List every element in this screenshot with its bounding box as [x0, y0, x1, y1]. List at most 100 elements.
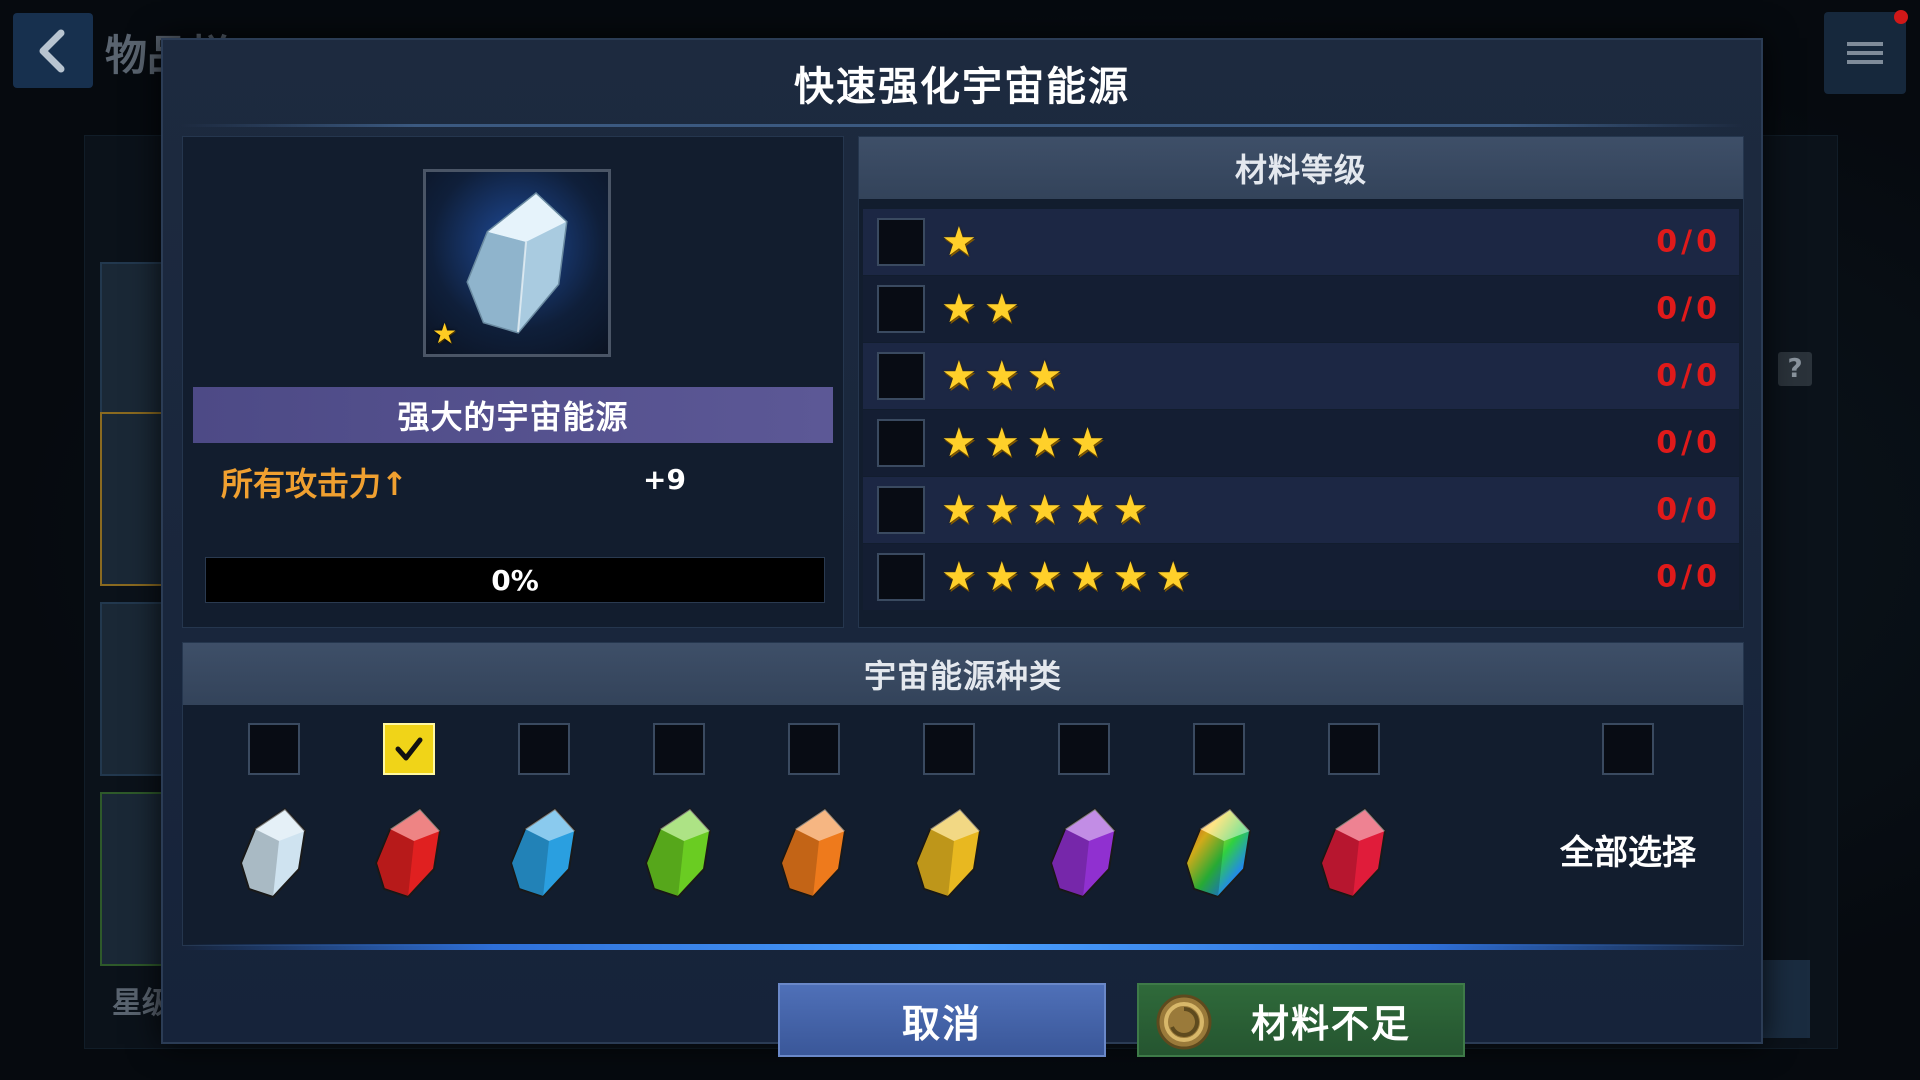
energy-type-item[interactable]	[1033, 723, 1133, 923]
star-icon: ★	[941, 487, 977, 533]
rainbow-crystal-icon	[1184, 807, 1252, 899]
ruby-crystal-icon	[1319, 807, 1387, 899]
grade-count: 0/0	[1656, 425, 1721, 461]
star-icon: ★	[1026, 554, 1063, 600]
grade-count: 0/0	[1656, 291, 1721, 327]
energy-type-item[interactable]	[223, 723, 323, 923]
energy-type-checkbox[interactable]	[653, 723, 705, 775]
energy-type-item[interactable]	[493, 723, 593, 923]
insufficient-materials-button[interactable]: 材料不足	[1137, 983, 1465, 1057]
grade-row[interactable]: ★ ★ ★ ★ ★ ★ 0/0	[863, 544, 1739, 610]
blue-crystal-icon	[509, 807, 577, 899]
select-all-checkbox[interactable]	[1602, 723, 1654, 775]
background-card	[100, 262, 166, 436]
energy-type-panel: 宇宙能源种类 全部选择	[182, 642, 1744, 946]
insufficient-label: 材料不足	[1250, 1001, 1411, 1046]
grade-checkbox[interactable]	[877, 285, 925, 333]
energy-type-item[interactable]	[628, 723, 728, 923]
energy-type-item[interactable]	[763, 723, 863, 923]
material-grade-panel: 材料等级 ★ 0/0 ★ ★ 0/0 ★ ★ ★ 0/0 ★ ★ ★ ★ 0/0 ★ ★ ★ ★ ★ 0/0 ★ ★ ★ ★ ★…	[858, 136, 1744, 628]
star-icon: ★	[1112, 487, 1149, 533]
green-crystal-icon	[644, 807, 712, 899]
energy-type-checkbox[interactable]	[518, 723, 570, 775]
grade-row[interactable]: ★ ★ ★ ★ ★ 0/0	[863, 477, 1739, 543]
progress-bar: 0%	[205, 557, 825, 603]
stat-value: +9	[643, 463, 686, 496]
grade-checkbox[interactable]	[877, 218, 925, 266]
stat-label: 所有攻击力↑	[221, 465, 408, 503]
energy-type-checkbox[interactable]	[923, 723, 975, 775]
cancel-button[interactable]: 取消	[778, 983, 1106, 1057]
help-icon[interactable]: ?	[1778, 352, 1812, 386]
energy-type-item[interactable]	[898, 723, 998, 923]
background-card	[100, 792, 166, 966]
grade-row[interactable]: ★ ★ ★ ★ 0/0	[863, 410, 1739, 476]
grade-stars: ★	[941, 222, 977, 262]
background-card	[100, 412, 166, 586]
star-icon: ★	[983, 420, 1020, 466]
star-icon: ★	[983, 487, 1020, 533]
background-card	[100, 602, 166, 776]
energy-type-item[interactable]	[358, 723, 458, 923]
energy-type-checkbox[interactable]	[248, 723, 300, 775]
grade-row[interactable]: ★ ★ 0/0	[863, 276, 1739, 342]
grade-checkbox[interactable]	[877, 553, 925, 601]
grade-stars: ★ ★	[941, 289, 1020, 329]
grade-stars: ★ ★ ★ ★	[941, 423, 1105, 463]
star-icon: ★	[1026, 487, 1063, 533]
energy-type-item[interactable]	[1168, 723, 1268, 923]
star-icon: ★	[1069, 487, 1106, 533]
red-crystal-icon	[374, 807, 442, 899]
item-name: 强大的宇宙能源	[193, 387, 833, 443]
energy-type-checkbox[interactable]	[788, 723, 840, 775]
chevron-left-icon	[39, 29, 65, 72]
type-header: 宇宙能源种类	[183, 643, 1743, 705]
item-icon-frame: ★	[423, 169, 611, 357]
crystal-icon	[239, 807, 307, 899]
grade-checkbox[interactable]	[877, 352, 925, 400]
star-icon: ★	[432, 317, 458, 350]
energy-type-item[interactable]	[1303, 723, 1403, 923]
orange-crystal-icon	[779, 807, 847, 899]
progress-text: 0%	[491, 563, 539, 597]
grade-checkbox[interactable]	[877, 486, 925, 534]
star-icon: ★	[1026, 353, 1063, 399]
star-icon: ★	[983, 286, 1020, 332]
star-icon: ★	[1026, 420, 1063, 466]
energy-type-checkbox[interactable]	[1328, 723, 1380, 775]
star-icon: ★	[983, 554, 1020, 600]
star-icon: ★	[1069, 554, 1106, 600]
menu-button[interactable]	[1824, 10, 1908, 94]
star-icon: ★	[1155, 554, 1192, 600]
grade-checkbox[interactable]	[877, 419, 925, 467]
star-icon: ★	[941, 219, 977, 265]
yellow-crystal-icon	[914, 807, 982, 899]
glow-divider	[182, 944, 1742, 950]
star-icon: ★	[941, 420, 977, 466]
select-all[interactable]: 全部选择	[1528, 723, 1728, 923]
title-divider	[181, 124, 1743, 127]
back-button[interactable]	[13, 13, 93, 88]
grade-row[interactable]: ★ 0/0	[863, 209, 1739, 275]
energy-type-checkbox[interactable]	[1058, 723, 1110, 775]
quick-enhance-dialog: 快速强化宇宙能源 ★ 强大的宇宙能源 所有攻击力↑ +9 0% 材料等级 ★ 0/…	[161, 38, 1763, 1057]
purple-crystal-icon	[1049, 807, 1117, 899]
grade-header: 材料等级	[859, 137, 1743, 199]
grade-row[interactable]: ★ ★ ★ 0/0	[863, 343, 1739, 409]
star-icon: ★	[1069, 420, 1106, 466]
grade-count: 0/0	[1656, 224, 1721, 260]
select-all-label: 全部选择	[1560, 833, 1696, 873]
star-icon: ★	[941, 353, 977, 399]
star-icon: ★	[983, 353, 1020, 399]
energy-type-checkbox[interactable]	[1193, 723, 1245, 775]
item-info-panel: ★ 强大的宇宙能源 所有攻击力↑ +9 0%	[182, 136, 844, 628]
star-icon: ★	[941, 554, 977, 600]
grade-count: 0/0	[1656, 492, 1721, 528]
notification-dot	[1894, 10, 1908, 24]
dialog-title: 快速强化宇宙能源	[794, 64, 1130, 110]
grade-stars: ★ ★ ★ ★ ★ ★	[941, 557, 1191, 597]
grade-count: 0/0	[1656, 559, 1721, 595]
menu-icon	[1847, 42, 1883, 64]
energy-type-checkbox[interactable]	[383, 723, 435, 775]
grade-stars: ★ ★ ★ ★ ★	[941, 490, 1148, 530]
